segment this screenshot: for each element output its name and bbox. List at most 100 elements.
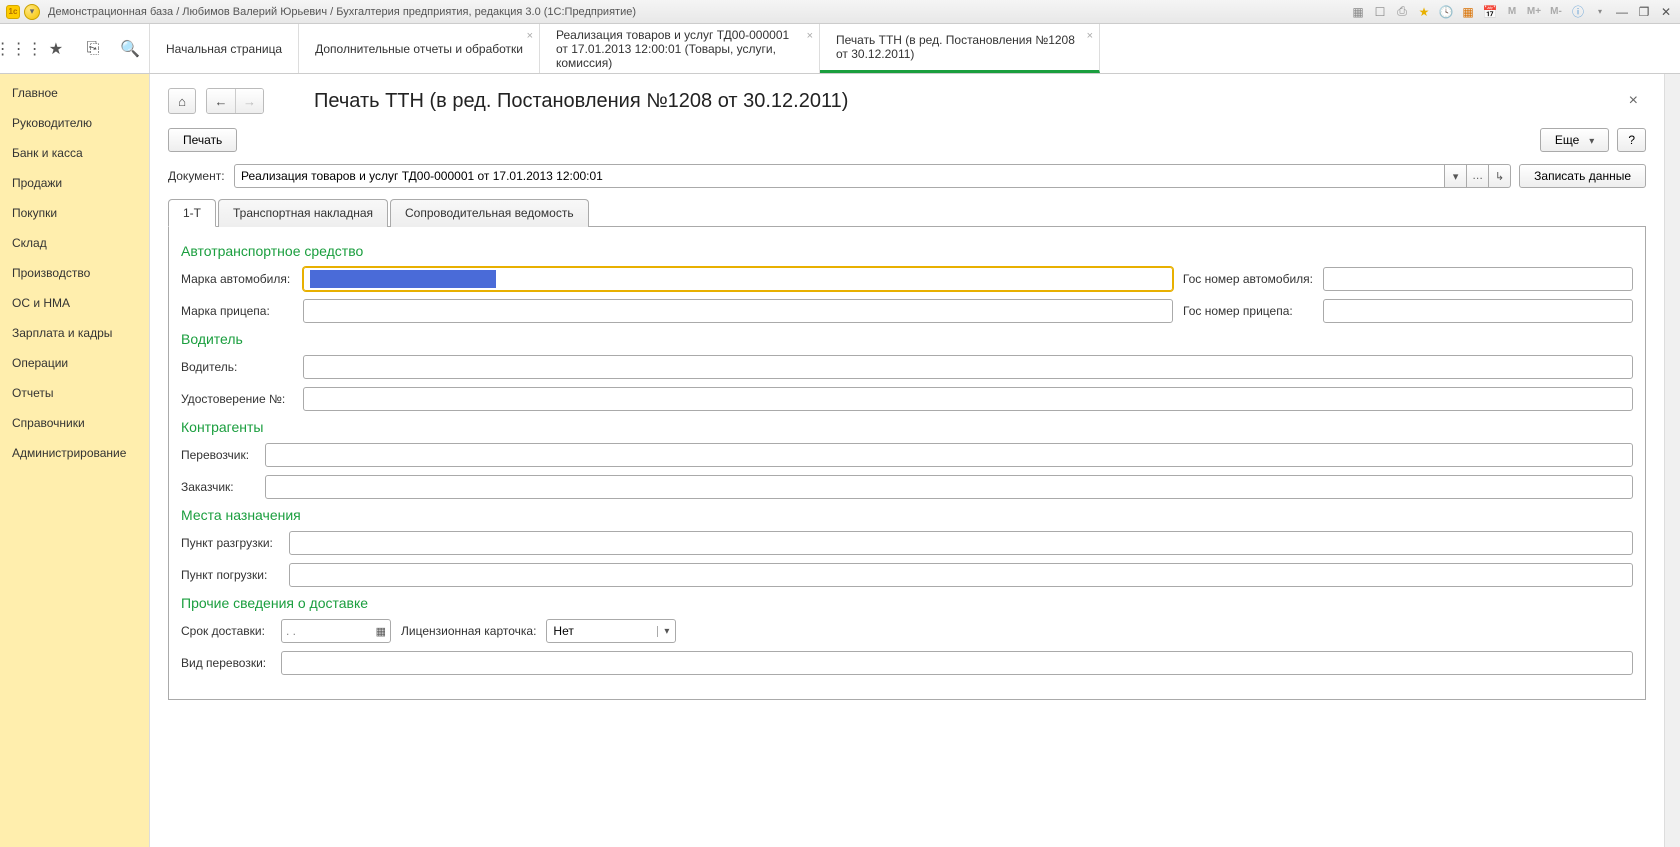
info-dropdown-icon[interactable]: ▾ <box>1592 4 1608 20</box>
delivery-time-label: Срок доставки: <box>181 624 271 638</box>
inner-tab-transport[interactable]: Транспортная накладная <box>218 199 388 227</box>
close-window-icon[interactable]: ✕ <box>1658 4 1674 20</box>
window-title: Демонстрационная база / Любимов Валерий … <box>48 6 636 18</box>
star-icon[interactable]: ★ <box>45 38 67 60</box>
tab-print-ttn[interactable]: Печать ТТН (в ред. Постановления №1208 о… <box>820 24 1100 73</box>
top-toolbar: ⋮⋮⋮ ★ ⎘ 🔍 Начальная страница Дополнитель… <box>0 24 1680 74</box>
home-button[interactable]: ⌂ <box>168 88 196 114</box>
section-vehicle-title: Автотранспортное средство <box>181 243 1633 259</box>
sidebar-item-main[interactable]: Главное <box>0 78 149 108</box>
tab-realization[interactable]: Реализация товаров и услуг ТД00-000001 о… <box>540 24 820 73</box>
favorites-icon[interactable]: ★ <box>1416 4 1432 20</box>
info-icon[interactable]: ⓘ <box>1570 4 1586 20</box>
tab-home[interactable]: Начальная страница <box>150 24 299 73</box>
document-dropdown-button[interactable]: ▾ <box>1445 164 1467 188</box>
top-tabs: Начальная страница Дополнительные отчеты… <box>150 24 1680 73</box>
license-card-select[interactable]: Нет ▾ <box>546 619 676 643</box>
print-button[interactable]: Печать <box>168 128 237 152</box>
sidebar-item-operations[interactable]: Операции <box>0 348 149 378</box>
driver-label: Водитель: <box>181 360 293 374</box>
sidebar-item-assets[interactable]: ОС и НМА <box>0 288 149 318</box>
load-label: Пункт погрузки: <box>181 568 279 582</box>
license-label: Удостоверение №: <box>181 392 293 406</box>
inner-tab-accompanying[interactable]: Сопроводительная ведомость <box>390 199 589 227</box>
document-select-button[interactable]: … <box>1467 164 1489 188</box>
sidebar-item-sales[interactable]: Продажи <box>0 168 149 198</box>
customer-label: Заказчик: <box>181 480 255 494</box>
document-label: Документ: <box>168 169 226 183</box>
search-icon[interactable]: 🔍 <box>119 38 141 60</box>
car-brand-input[interactable] <box>303 267 1173 291</box>
license-card-value: Нет <box>547 624 657 638</box>
sidebar: Главное Руководителю Банк и касса Продаж… <box>0 74 150 847</box>
back-button[interactable]: ← <box>207 89 235 113</box>
page-close-icon[interactable]: × <box>1621 88 1646 114</box>
tb-icon-3[interactable]: ⎙ <box>1394 4 1410 20</box>
help-button[interactable]: ? <box>1617 128 1646 152</box>
tab-reports[interactable]: Дополнительные отчеты и обработки× <box>299 24 540 73</box>
clipboard-icon[interactable]: ⎘ <box>82 38 104 60</box>
calendar-icon[interactable]: 📅 <box>1482 4 1498 20</box>
car-number-label: Гос номер автомобиля: <box>1183 272 1313 286</box>
m-button[interactable]: M <box>1504 4 1520 20</box>
tb-icon-2[interactable]: ☐ <box>1372 4 1388 20</box>
unload-label: Пункт разгрузки: <box>181 536 279 550</box>
forward-button[interactable]: → <box>235 89 263 113</box>
chevron-down-icon[interactable]: ▾ <box>657 626 675 637</box>
m-minus-button[interactable]: M- <box>1548 4 1564 20</box>
sidebar-item-warehouse[interactable]: Склад <box>0 228 149 258</box>
carrier-input[interactable] <box>265 443 1633 467</box>
page-title: Печать ТТН (в ред. Постановления №1208 о… <box>314 90 848 113</box>
section-counterparties-title: Контрагенты <box>181 419 1633 435</box>
car-brand-label: Марка автомобиля: <box>181 272 293 286</box>
delivery-time-value: . . <box>286 624 296 638</box>
section-other-title: Прочие сведения о доставке <box>181 595 1633 611</box>
license-card-label: Лицензионная карточка: <box>401 624 536 638</box>
minimize-icon[interactable]: — <box>1614 4 1630 20</box>
trailer-brand-input[interactable] <box>303 299 1173 323</box>
delivery-time-input[interactable]: . . ▦ <box>281 619 391 643</box>
sidebar-item-reports[interactable]: Отчеты <box>0 378 149 408</box>
load-input[interactable] <box>289 563 1633 587</box>
sidebar-item-purchases[interactable]: Покупки <box>0 198 149 228</box>
sidebar-item-admin[interactable]: Администрирование <box>0 438 149 468</box>
app-logo-icon: 1c <box>6 5 20 19</box>
sidebar-item-manager[interactable]: Руководителю <box>0 108 149 138</box>
apps-icon[interactable]: ⋮⋮⋮ <box>8 38 30 60</box>
unload-input[interactable] <box>289 531 1633 555</box>
app-menu-button[interactable]: ▾ <box>24 4 40 20</box>
document-input[interactable] <box>234 164 1445 188</box>
trailer-number-input[interactable] <box>1323 299 1633 323</box>
tab-close-icon[interactable]: × <box>527 30 533 42</box>
inner-tab-1t[interactable]: 1-Т <box>168 199 216 227</box>
trailer-brand-label: Марка прицепа: <box>181 304 293 318</box>
more-button[interactable]: Еще <box>1540 128 1609 152</box>
tb-icon-1[interactable]: ▦ <box>1350 4 1366 20</box>
m-plus-button[interactable]: M+ <box>1526 4 1542 20</box>
customer-input[interactable] <box>265 475 1633 499</box>
nav-arrows: ← → <box>206 88 264 114</box>
license-input[interactable] <box>303 387 1633 411</box>
vertical-scrollbar[interactable] <box>1664 74 1680 847</box>
car-number-input[interactable] <box>1323 267 1633 291</box>
text-selection <box>310 270 496 288</box>
history-icon[interactable]: 🕓 <box>1438 4 1454 20</box>
section-destinations-title: Места назначения <box>181 507 1633 523</box>
window-titlebar: 1c ▾ Демонстрационная база / Любимов Вал… <box>0 0 1680 24</box>
calendar-picker-icon[interactable]: ▦ <box>376 625 386 638</box>
calculator-icon[interactable]: ▦ <box>1460 4 1476 20</box>
document-open-button[interactable]: ↳ <box>1489 164 1511 188</box>
section-driver-title: Водитель <box>181 331 1633 347</box>
sidebar-item-salary[interactable]: Зарплата и кадры <box>0 318 149 348</box>
sidebar-item-catalogs[interactable]: Справочники <box>0 408 149 438</box>
tab-close-icon[interactable]: × <box>807 30 813 42</box>
tab-close-icon[interactable]: × <box>1087 30 1093 42</box>
maximize-icon[interactable]: ❐ <box>1636 4 1652 20</box>
carrier-label: Перевозчик: <box>181 448 255 462</box>
sidebar-item-production[interactable]: Производство <box>0 258 149 288</box>
trailer-number-label: Гос номер прицепа: <box>1183 304 1313 318</box>
save-data-button[interactable]: Записать данные <box>1519 164 1646 188</box>
driver-input[interactable] <box>303 355 1633 379</box>
sidebar-item-bank[interactable]: Банк и касса <box>0 138 149 168</box>
transport-type-input[interactable] <box>281 651 1633 675</box>
